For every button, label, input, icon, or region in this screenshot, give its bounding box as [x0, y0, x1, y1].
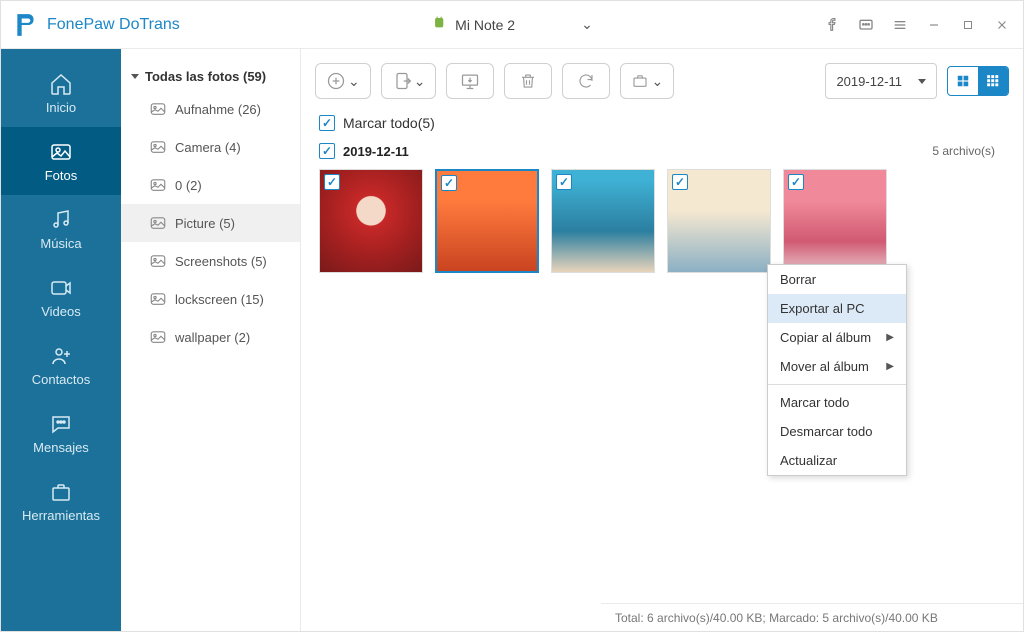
- date-filter-value: 2019-12-11: [836, 74, 902, 89]
- collapse-icon: [131, 74, 139, 79]
- status-bar: Total: 6 archivo(s)/40.00 KB; Marcado: 5…: [601, 603, 1023, 631]
- photo-grid: [301, 165, 1023, 277]
- folder-label: Camera (4): [175, 140, 241, 155]
- folder-item-camera[interactable]: Camera (4): [121, 128, 300, 166]
- device-selector[interactable]: Mi Note 2 ⌄: [431, 14, 593, 35]
- status-text: Total: 6 archivo(s)/40.00 KB; Marcado: 5…: [615, 611, 938, 625]
- group-checkbox[interactable]: [319, 143, 335, 159]
- group-count: 5 archivo(s): [932, 144, 1005, 158]
- folder-label: wallpaper (2): [175, 330, 250, 345]
- feedback-icon[interactable]: [857, 16, 875, 34]
- content-area: ⌄ ⌄ ⌄ 2019-12-11: [301, 49, 1023, 631]
- to-device-button[interactable]: ⌄: [381, 63, 437, 99]
- folder-label: Screenshots (5): [175, 254, 267, 269]
- nav-label: Inicio: [46, 100, 76, 115]
- photo-checkbox[interactable]: [441, 175, 457, 191]
- photo-item[interactable]: [435, 169, 539, 273]
- to-pc-button[interactable]: [446, 63, 494, 99]
- nav-sidebar: Inicio Fotos Música Videos Contactos Men…: [1, 49, 121, 631]
- photo-item[interactable]: [551, 169, 655, 273]
- device-name: Mi Note 2: [455, 17, 515, 33]
- nav-label: Fotos: [45, 168, 78, 183]
- photo-checkbox[interactable]: [556, 174, 572, 190]
- dropdown-icon: [918, 79, 926, 84]
- nav-item-music[interactable]: Música: [1, 195, 121, 263]
- group-header: 2019-12-11 5 archivo(s): [301, 137, 1023, 165]
- photo-checkbox[interactable]: [672, 174, 688, 190]
- title-bar: FonePaw DoTrans Mi Note 2 ⌄: [1, 1, 1023, 49]
- folder-label: Picture (5): [175, 216, 235, 231]
- photo-item[interactable]: [319, 169, 423, 273]
- nav-item-tools[interactable]: Herramientas: [1, 467, 121, 535]
- chevron-down-icon: ⌄: [414, 73, 426, 90]
- maximize-button[interactable]: [959, 16, 977, 34]
- view-large-grid[interactable]: [948, 67, 978, 95]
- nav-label: Contactos: [32, 372, 91, 387]
- window-controls: [823, 16, 1011, 34]
- folder-label: 0 (2): [175, 178, 202, 193]
- ctx-export-pc[interactable]: Exportar al PC: [768, 294, 906, 323]
- ctx-copy-album[interactable]: Copiar al álbum▶: [768, 323, 906, 352]
- view-toggle: [947, 66, 1009, 96]
- photo-item[interactable]: [783, 169, 887, 273]
- folder-item-lockscreen[interactable]: lockscreen (15): [121, 280, 300, 318]
- select-all-row: Marcar todo(5): [301, 109, 1023, 137]
- folder-item-0[interactable]: 0 (2): [121, 166, 300, 204]
- refresh-button[interactable]: [562, 63, 610, 99]
- ctx-delete[interactable]: Borrar: [768, 265, 906, 294]
- photo-checkbox[interactable]: [788, 174, 804, 190]
- folder-header[interactable]: Todas las fotos (59): [121, 63, 300, 90]
- select-all-label: Marcar todo(5): [343, 115, 435, 131]
- context-menu: Borrar Exportar al PC Copiar al álbum▶ M…: [767, 264, 907, 476]
- toolbar: ⌄ ⌄ ⌄ 2019-12-11: [301, 49, 1023, 109]
- view-small-grid[interactable]: [978, 67, 1008, 95]
- ctx-deselect-all[interactable]: Desmarcar todo: [768, 417, 906, 446]
- android-icon: [431, 14, 447, 35]
- folder-label: Aufnahme (26): [175, 102, 261, 117]
- folder-header-label: Todas las fotos (59): [145, 69, 266, 84]
- nav-label: Mensajes: [33, 440, 89, 455]
- add-button[interactable]: ⌄: [315, 63, 371, 99]
- nav-label: Música: [40, 236, 81, 251]
- folder-item-aufnahme[interactable]: Aufnahme (26): [121, 90, 300, 128]
- delete-button[interactable]: [504, 63, 552, 99]
- app-title: FonePaw DoTrans: [47, 16, 180, 34]
- nav-item-contacts[interactable]: Contactos: [1, 331, 121, 399]
- chevron-down-icon: ⌄: [348, 73, 360, 90]
- folder-item-screenshots[interactable]: Screenshots (5): [121, 242, 300, 280]
- group-date: 2019-12-11: [343, 144, 409, 159]
- close-button[interactable]: [993, 16, 1011, 34]
- ctx-select-all[interactable]: Marcar todo: [768, 388, 906, 417]
- app-logo-icon: [13, 12, 39, 38]
- submenu-arrow-icon: ▶: [886, 361, 894, 372]
- ctx-move-album[interactable]: Mover al álbum▶: [768, 352, 906, 381]
- folder-item-wallpaper[interactable]: wallpaper (2): [121, 318, 300, 356]
- date-filter[interactable]: 2019-12-11: [825, 63, 937, 99]
- chevron-down-icon: ⌄: [581, 16, 593, 33]
- nav-item-photos[interactable]: Fotos: [1, 127, 121, 195]
- ctx-separator: [768, 384, 906, 385]
- folder-label: lockscreen (15): [175, 292, 264, 307]
- submenu-arrow-icon: ▶: [886, 332, 894, 343]
- folder-tree: Todas las fotos (59) Aufnahme (26) Camer…: [121, 49, 301, 631]
- nav-label: Herramientas: [22, 508, 100, 523]
- chevron-down-icon: ⌄: [651, 73, 663, 90]
- select-all-checkbox[interactable]: [319, 115, 335, 131]
- nav-label: Videos: [41, 304, 81, 319]
- nav-item-messages[interactable]: Mensajes: [1, 399, 121, 467]
- photo-checkbox[interactable]: [324, 174, 340, 190]
- facebook-icon[interactable]: [823, 16, 841, 34]
- photo-item[interactable]: [667, 169, 771, 273]
- folder-item-picture[interactable]: Picture (5): [121, 204, 300, 242]
- nav-item-home[interactable]: Inicio: [1, 59, 121, 127]
- toolbox-button[interactable]: ⌄: [620, 63, 674, 99]
- minimize-button[interactable]: [925, 16, 943, 34]
- ctx-refresh[interactable]: Actualizar: [768, 446, 906, 475]
- nav-item-videos[interactable]: Videos: [1, 263, 121, 331]
- menu-icon[interactable]: [891, 16, 909, 34]
